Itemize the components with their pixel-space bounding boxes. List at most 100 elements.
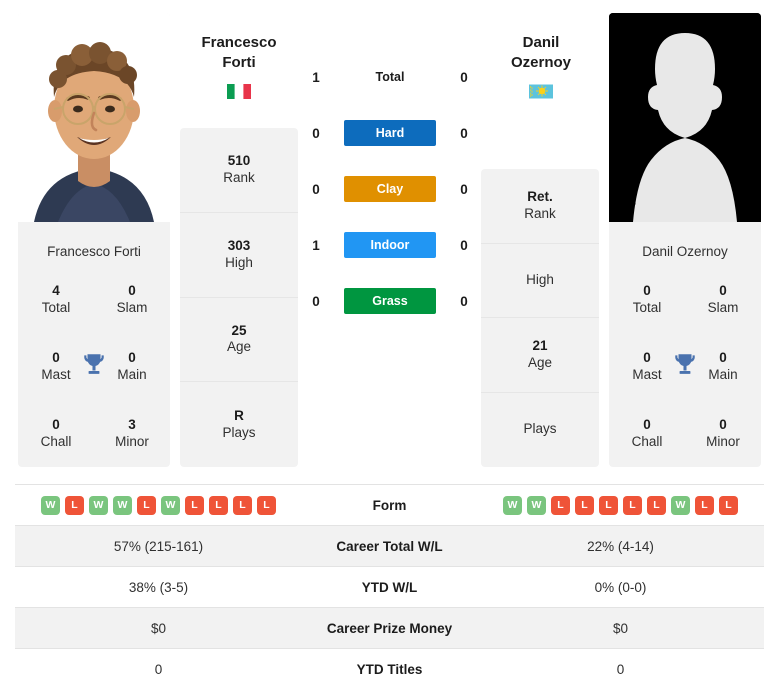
titles-grid-left: 4 Total 0 Slam 0 Mast 0 Main 0 Chall 3 M… [18,260,170,467]
form-badge-loss[interactable]: L [185,495,204,515]
stat-label-career-total-wl: Career Total W/L [302,525,477,567]
kazakhstan-flag-icon [528,82,554,100]
rank-row-age: 21 Age [481,318,599,393]
title-stat-label: Mast [41,366,71,382]
surface-row-total: 1 Total 0 [305,58,475,96]
form-strip-right: WWLLLLLWLL [477,495,764,515]
comparison-stats-table: WLWWLWLLLL Form WWLLLLLWLL 57% (215-161)… [15,484,764,690]
form-badge-win[interactable]: W [161,495,180,515]
title-stat-label: Minor [115,433,149,449]
player-silhouette-right-image [609,13,761,222]
form-badge-loss[interactable]: L [65,495,84,515]
surface-h2h-column: 1 Total 0 0 Hard 0 0 Clay 0 1 Indoor 0 0… [305,58,475,320]
player-photo-left [18,13,170,222]
form-badge-win[interactable]: W [671,495,690,515]
title-stat-minor: 0 Minor [685,400,761,467]
rank-value: R [234,407,244,423]
title-stat-label: Total [632,299,662,315]
title-stat-value: 0 [719,416,727,432]
head-to-head-comparison: Francesco Forti 4 Total 0 Slam 0 Mast 0 … [0,0,779,478]
rank-row-high: High [481,244,599,318]
title-stat-label: Mast [632,366,662,382]
surface-label-grass: Grass [344,288,436,314]
player-photo-right [609,13,761,222]
trophy-icon [675,353,695,374]
surface-label-hard: Hard [344,120,436,146]
rank-label: Rank [223,169,255,185]
table-row-form: WLWWLWLLLL Form WWLLLLLWLL [15,484,764,526]
title-stat-value: 0 [719,282,727,298]
form-badge-loss[interactable]: L [233,495,252,515]
h2h-right-score: 0 [460,181,468,197]
form-badge-win[interactable]: W [527,495,546,515]
rank-row-rank: Ret. Rank [481,169,599,244]
kazakhstan-flag-image [528,82,554,100]
form-badge-loss[interactable]: L [209,495,228,515]
form-badge-loss[interactable]: L [551,495,570,515]
player-header-right: Danil Ozernoy [476,33,606,100]
form-strip-left: WLWWLWLLLL [15,495,302,515]
title-stat-label: Chall [631,433,663,449]
rank-value: 21 [532,337,548,353]
stat-label-ytd-titles: YTD Titles [302,648,477,690]
form-badge-loss[interactable]: L [695,495,714,515]
title-stat-value: 0 [643,282,651,298]
rank-row-high: 303 High [180,213,298,298]
rank-label: Age [226,339,252,355]
title-stat-minor: 3 Minor [94,400,170,467]
form-badge-loss[interactable]: L [599,495,618,515]
stat-label-career-prize-money: Career Prize Money [302,607,477,649]
rank-card-right: Ret. Rank High 21 Age Plays [481,169,599,467]
surface-row-clay: 0 Clay 0 [305,170,475,208]
table-row-career-prize-money: $0 Career Prize Money $0 [15,607,764,649]
form-badge-win[interactable]: W [113,495,132,515]
h2h-right-score: 0 [460,125,468,141]
italy-flag-image [226,82,252,100]
h2h-right-score: 0 [460,293,468,309]
form-badge-loss[interactable]: L [257,495,276,515]
rank-row-plays: Plays [481,393,599,468]
h2h-left-score: 1 [312,69,320,85]
title-stat-chall: 0 Chall [18,400,94,467]
title-stat-label: Main [117,366,147,382]
form-badge-win[interactable]: W [89,495,108,515]
rank-label: Plays [222,424,256,440]
form-badge-win[interactable]: W [503,495,522,515]
stat-value-left: 38% (3-5) [15,566,302,608]
rank-row-age: 25 Age [180,298,298,383]
player-name-right: Danil Ozernoy [642,244,728,259]
rank-label: Rank [524,205,556,221]
rank-card-left: 510 Rank 303 High 25 Age R Plays [180,128,298,467]
title-stat-total: 0 Total [609,266,685,333]
rank-value: 25 [231,322,247,338]
surface-label-total: Total [375,70,405,84]
surface-row-hard: 0 Hard 0 [305,114,475,152]
rank-row-rank: 510 Rank [180,128,298,213]
title-stat-total: 4 Total [18,266,94,333]
title-stat-label: Minor [706,433,740,449]
table-row-ytd-wl: 38% (3-5) YTD W/L 0% (0-0) [15,566,764,608]
rank-label: Plays [523,421,557,437]
rank-row-plays: R Plays [180,382,298,467]
rank-value: 510 [227,153,251,168]
form-badge-loss[interactable]: L [137,495,156,515]
rank-value: 303 [227,237,251,253]
h2h-right-score: 0 [460,237,468,253]
title-stat-value: 0 [643,349,651,365]
form-badge-loss[interactable]: L [623,495,642,515]
title-stat-label: Total [41,299,71,315]
stat-label-ytd-wl: YTD W/L [302,566,477,608]
title-stat-value: 0 [643,416,651,432]
title-stat-chall: 0 Chall [609,400,685,467]
form-badge-win[interactable]: W [41,495,60,515]
player-title-left: Francesco Forti [201,34,277,72]
title-stat-slam: 0 Slam [94,266,170,333]
surface-label-clay: Clay [344,176,436,202]
form-badge-loss[interactable]: L [575,495,594,515]
stat-label-form: Form [302,484,477,526]
player-portrait-left-image [18,13,170,222]
form-badge-loss[interactable]: L [647,495,666,515]
form-badge-loss[interactable]: L [719,495,738,515]
title-stat-label: Slam [707,299,739,315]
player-header-left: Francesco Forti [174,33,304,100]
